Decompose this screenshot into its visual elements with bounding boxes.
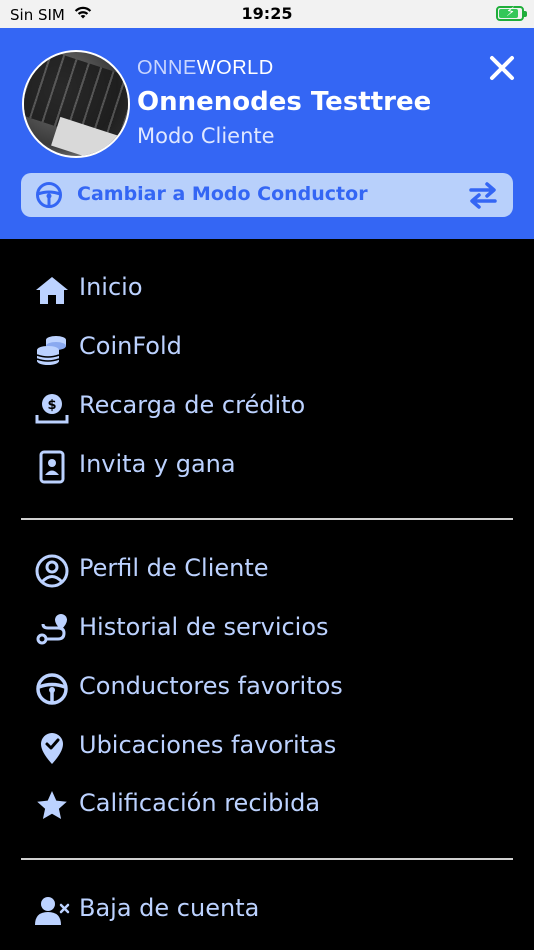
user-mode: Modo Cliente bbox=[137, 124, 275, 148]
route-icon bbox=[34, 612, 70, 648]
menu-item-ubicaciones[interactable]: Ubicaciones favoritas bbox=[0, 722, 534, 772]
switch-mode-button[interactable]: Cambiar a Modo Conductor bbox=[21, 173, 513, 217]
steering-wheel-icon bbox=[34, 671, 70, 707]
menu-item-baja[interactable]: Baja de cuenta bbox=[0, 885, 534, 935]
menu-item-coinfold[interactable]: CoinFold bbox=[0, 323, 534, 373]
brand-part1: ONNE bbox=[137, 57, 197, 79]
menu-divider bbox=[21, 858, 513, 860]
menu-item-label: Conductores favoritos bbox=[79, 672, 343, 700]
svg-text:$: $ bbox=[47, 398, 56, 413]
menu-item-perfil[interactable]: Perfil de Cliente bbox=[0, 545, 534, 595]
avatar[interactable] bbox=[22, 50, 130, 158]
menu-item-label: Perfil de Cliente bbox=[79, 554, 269, 582]
status-time: 19:25 bbox=[241, 4, 293, 23]
close-button[interactable] bbox=[486, 52, 518, 84]
id-badge-icon bbox=[34, 449, 70, 485]
menu-item-calificacion[interactable]: Calificación recibida bbox=[0, 780, 534, 830]
user-circle-icon bbox=[34, 553, 70, 589]
menu-item-label: Recarga de crédito bbox=[79, 391, 306, 419]
brand-logo: ONNEWORLD bbox=[137, 57, 274, 80]
menu-item-label: Historial de servicios bbox=[79, 613, 329, 641]
user-name: Onnenodes Testtree bbox=[137, 87, 432, 117]
menu-item-label: Calificación recibida bbox=[79, 789, 321, 817]
swap-arrows-icon bbox=[467, 179, 499, 211]
coins-icon bbox=[34, 331, 70, 367]
star-icon bbox=[34, 788, 70, 824]
menu-item-recarga[interactable]: $ Recarga de crédito bbox=[0, 382, 534, 432]
menu-item-historial[interactable]: Historial de servicios bbox=[0, 604, 534, 654]
money-recharge-icon: $ bbox=[34, 390, 70, 426]
menu-item-label: Baja de cuenta bbox=[79, 894, 260, 922]
switch-mode-label: Cambiar a Modo Conductor bbox=[77, 183, 368, 205]
charging-bolt-icon: ⚡ bbox=[506, 5, 516, 20]
menu-item-label: CoinFold bbox=[79, 332, 182, 360]
menu-item-invita[interactable]: Invita y gana bbox=[0, 441, 534, 491]
brand-part2: WORLD bbox=[196, 57, 274, 79]
home-icon bbox=[34, 272, 70, 308]
menu-item-label: Invita y gana bbox=[79, 450, 236, 478]
menu-item-label: Inicio bbox=[79, 273, 143, 301]
menu-item-inicio[interactable]: Inicio bbox=[0, 264, 534, 314]
steering-wheel-icon bbox=[35, 181, 63, 209]
drawer-header: ONNEWORLD Onnenodes Testtree Modo Client… bbox=[0, 28, 534, 239]
battery-icon: ⚡ bbox=[496, 5, 527, 21]
menu-divider bbox=[21, 518, 513, 520]
close-icon bbox=[490, 56, 514, 80]
user-remove-icon bbox=[34, 893, 70, 929]
menu-item-label: Ubicaciones favoritas bbox=[79, 731, 337, 759]
location-check-icon bbox=[34, 730, 70, 766]
menu-item-conductores[interactable]: Conductores favoritos bbox=[0, 663, 534, 713]
status-bar: Sin SIM 19:25 ⚡ bbox=[0, 0, 534, 28]
